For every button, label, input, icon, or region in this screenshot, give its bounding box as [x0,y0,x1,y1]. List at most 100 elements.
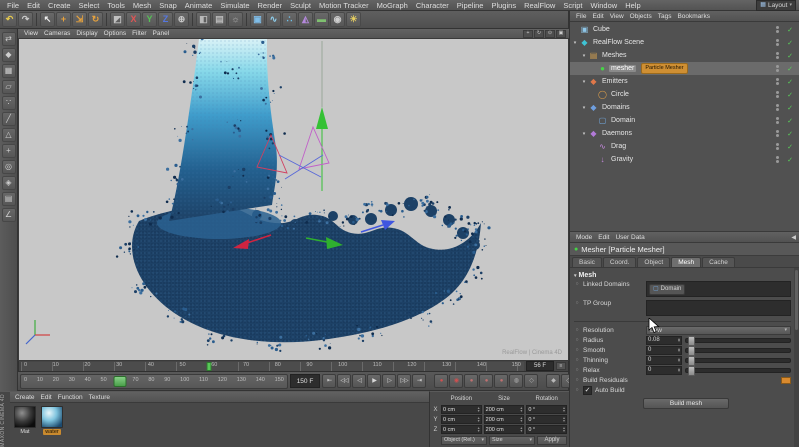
keyframe-dot[interactable]: ○ [574,357,580,363]
polygons-mode-icon[interactable]: △ [2,128,16,142]
enable-snap-icon[interactable]: ◈ [2,176,16,190]
visibility-dots[interactable] [776,78,779,85]
viewport-menu-item[interactable]: Cameras [41,30,73,37]
expand-arrow-icon[interactable]: ▾ [581,79,587,85]
keyframe-dot[interactable]: ○ [574,387,580,393]
spinner-icon[interactable]: ▴▾ [678,368,680,373]
scrollbar[interactable] [794,268,799,447]
object-row[interactable]: ▾ ◆ Emitters ✓ [570,75,799,88]
number-slider-field[interactable]: 0▴▾ [646,366,791,375]
render-settings-icon[interactable]: ☼ [228,12,243,27]
keyframe-dot[interactable]: ○ [574,377,580,383]
menu-item[interactable]: Script [559,1,586,10]
apply-button[interactable]: Apply [537,436,567,445]
material-item[interactable]: Mat [13,406,37,435]
visibility-dots[interactable] [776,156,779,163]
enable-axis-icon[interactable]: + [2,144,16,158]
edges-mode-icon[interactable]: ╱ [2,112,16,126]
move-tool-icon[interactable]: + [56,12,71,27]
timeline-ruler[interactable]: 0102030405060708090100110120130140150 [20,374,288,389]
viewport-ruler-ticks[interactable]: 0102030405060708090100110120130140150 [21,362,524,371]
color-swatch[interactable] [781,377,791,384]
spinner-icon[interactable]: ▴▾ [520,417,522,422]
menu-item[interactable]: File [3,1,23,10]
menu-item[interactable]: Tools [103,1,129,10]
slider-knob[interactable] [688,346,695,356]
attribute-menu-item[interactable]: Mode [573,234,595,241]
object-manager-menu-item[interactable]: Objects [627,13,655,20]
menu-item[interactable]: Sculpt [286,1,315,10]
viewport-canvas[interactable]: RealFlow | Cinema 4D [18,39,569,361]
object-row[interactable]: ▾ ◆ Daemons ✓ [570,127,799,140]
points-mode-icon[interactable]: ∵ [2,96,16,110]
x-axis-lock-icon[interactable]: X [126,12,141,27]
dropdown-field[interactable]: Low▾ [646,326,791,335]
attribute-tab[interactable]: Mesh [671,257,701,267]
current-frame-field[interactable]: 56 F [526,361,554,371]
scrollbar-thumb[interactable] [795,270,798,330]
add-cube-icon[interactable]: ▣ [250,12,265,27]
object-label[interactable]: Daemons [600,130,634,137]
record-parameter-button[interactable]: ◍ [509,374,523,388]
attribute-tab[interactable]: Object [637,257,670,267]
tp-group-field[interactable] [646,300,791,316]
viewport-menu-item[interactable]: View [21,30,41,37]
materials-menu-item[interactable]: Create [12,394,38,401]
position-field[interactable]: 0 cm▴▾ [441,415,482,424]
attribute-tab[interactable]: Coord. [603,257,637,267]
object-row[interactable]: ▾ ◆ Domains ✓ [570,101,799,114]
enabled-check-icon[interactable]: ✓ [785,91,795,99]
enabled-check-icon[interactable]: ✓ [785,117,795,125]
coord-size-dropdown[interactable]: Size▾ [489,436,535,445]
spinner-icon[interactable]: ▴▾ [478,427,480,432]
object-label[interactable]: Drag [609,143,628,150]
object-label[interactable]: Domain [609,117,637,124]
y-axis-lock-icon[interactable]: Y [142,12,157,27]
menu-item[interactable]: Plugins [487,1,520,10]
section-header[interactable]: ▾ Mesh [574,271,791,280]
attribute-tab[interactable]: Cache [702,257,735,267]
coordinate-system-icon[interactable]: ⊕ [174,12,189,27]
enabled-check-icon[interactable]: ✓ [785,104,795,112]
menu-item[interactable]: Select [75,1,104,10]
visibility-dots[interactable] [776,26,779,33]
size-field[interactable]: 200 cm▴▾ [484,415,525,424]
particle-mesher-tag[interactable]: Particle Mesher [641,63,687,74]
spinner-icon[interactable]: ▴▾ [563,427,565,432]
record-scale-button[interactable]: ● [479,374,493,388]
prev-frame-button[interactable]: ◁ [352,374,366,388]
slider-knob[interactable] [688,366,695,376]
record-keyframe-button[interactable]: ● [434,374,448,388]
enabled-check-icon[interactable]: ✓ [785,143,795,151]
spinner-icon[interactable]: ▴▾ [678,348,680,353]
object-label[interactable]: Cube [591,26,612,33]
object-row[interactable]: ∿ Drag ✓ [570,140,799,153]
visibility-dots[interactable] [776,52,779,59]
attribute-menu-item[interactable]: Edit [595,234,612,241]
object-manager-menu-item[interactable]: Tags [655,13,675,20]
enabled-check-icon[interactable]: ✓ [785,65,795,73]
object-row[interactable]: ● mesher Particle Mesher ✓ [570,62,799,75]
spinner-icon[interactable]: ▴▾ [478,407,480,412]
add-mograph-icon[interactable]: ∴ [282,12,297,27]
keyframe-dot[interactable]: ○ [574,300,580,306]
linked-domains-field[interactable]: ▢ Domain [646,281,791,297]
model-mode-icon[interactable]: ◆ [2,48,16,62]
number-field[interactable]: 0▴▾ [646,366,682,375]
keyframe-dot[interactable]: ○ [574,347,580,353]
expand-arrow-icon[interactable]: ▾ [581,131,587,137]
visibility-dots[interactable] [776,117,779,124]
material-thumbnail[interactable] [41,406,63,428]
viewport-menu-item[interactable]: Panel [150,30,173,37]
object-manager-menu-item[interactable]: Bookmarks [674,13,713,20]
pan-view-icon[interactable]: + [523,30,533,38]
add-deformer-icon[interactable]: ◭ [298,12,313,27]
object-manager-menu-item[interactable]: File [573,13,589,20]
prev-key-button[interactable]: ◁◁ [337,374,351,388]
number-slider-field[interactable]: 0.08▴▾ [646,336,791,345]
next-frame-button[interactable]: ▷ [382,374,396,388]
redo-icon[interactable]: ↷ [18,12,33,27]
menu-item[interactable]: Mesh [129,1,155,10]
attribute-menu-item[interactable]: User Data [612,234,647,241]
render-view-icon[interactable]: ◧ [196,12,211,27]
